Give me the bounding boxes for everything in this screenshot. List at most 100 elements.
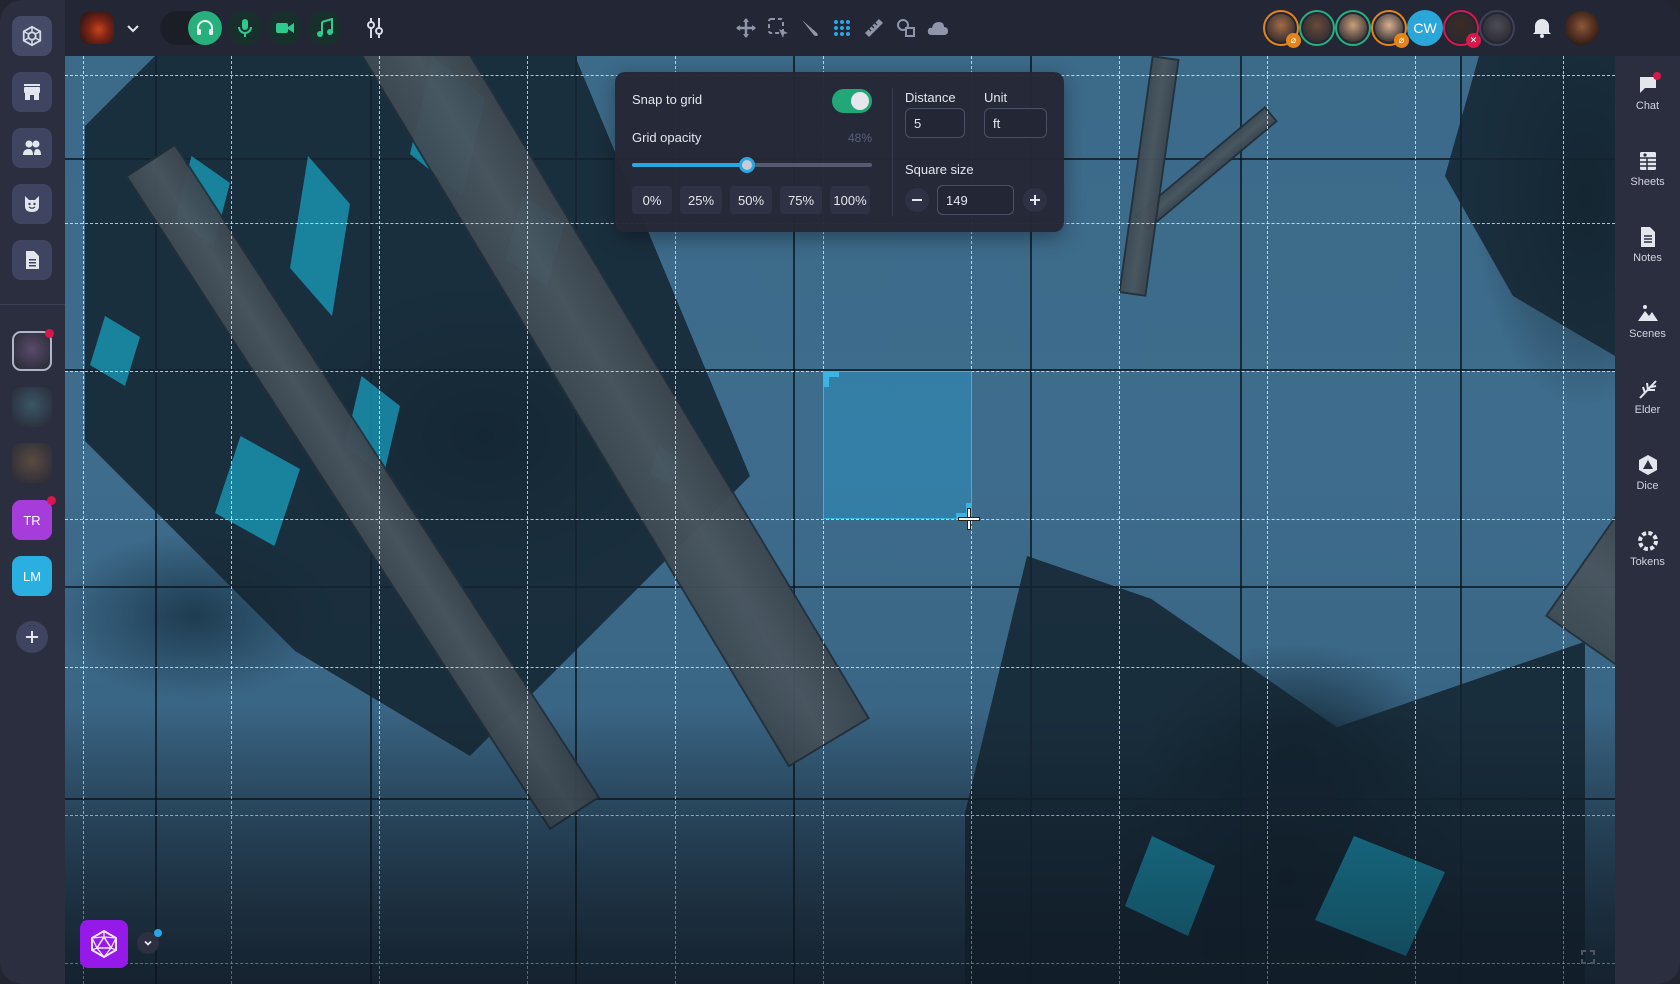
square-size-increment-button[interactable] (1023, 188, 1047, 212)
snap-to-grid-toggle[interactable] (832, 89, 872, 113)
grid-line-vertical (1563, 56, 1564, 984)
sidebar-item-scenes[interactable]: Scenes (1615, 302, 1680, 362)
crosshair-cursor (959, 509, 979, 529)
panel-divider (892, 88, 893, 216)
notifications-button[interactable] (1531, 16, 1553, 38)
opacity-preset-button[interactable]: 25% (680, 186, 722, 214)
sidebar-divider (0, 304, 65, 305)
sidebar-item-store[interactable] (12, 72, 52, 112)
tokens-icon (1637, 530, 1659, 552)
headphones-button[interactable] (188, 11, 222, 45)
slider-fill (632, 163, 748, 167)
store-icon (24, 84, 40, 100)
dice-roller-button[interactable] (80, 920, 128, 968)
game-avatar[interactable] (80, 12, 114, 44)
toggle-knob (851, 92, 869, 110)
sidebar-item-label: Elder (1634, 404, 1661, 416)
opacity-preset-button[interactable]: 100% (830, 186, 870, 214)
character-portrait[interactable] (12, 443, 52, 483)
player-photo (1303, 14, 1331, 42)
grid-opacity-slider[interactable] (632, 157, 872, 173)
map-tools (730, 12, 954, 44)
tool-grid[interactable] (826, 12, 858, 44)
player-avatar[interactable]: CW (1407, 10, 1443, 46)
opacity-preset-button[interactable]: 75% (780, 186, 822, 214)
chat-icon (1637, 72, 1661, 96)
sidebar-item-label: Chat (1635, 100, 1660, 112)
grid-line-vertical (527, 56, 528, 984)
dice-options-toggle[interactable] (137, 929, 162, 954)
game-menu-chevron[interactable] (123, 18, 143, 38)
sidebar-item-players[interactable] (12, 128, 52, 168)
player-avatar[interactable]: ⌀ (1263, 10, 1301, 48)
grid-icon (834, 20, 850, 36)
sidebar-item-elder[interactable]: Elder (1615, 378, 1680, 438)
grid-settings-panel: Snap to grid Grid opacity 48% 0% 25% 50% 75… (615, 72, 1064, 232)
sidebar-item-chat[interactable]: Chat (1615, 72, 1680, 134)
player-photo (1483, 14, 1511, 42)
distance-input[interactable]: 5 (905, 108, 965, 138)
player-avatar[interactable]: ✕ (1443, 10, 1481, 48)
plus-icon (26, 631, 38, 643)
tool-fog[interactable] (922, 12, 954, 44)
tool-draw[interactable] (794, 12, 826, 44)
music-button[interactable] (308, 11, 342, 45)
opacity-preset-button[interactable]: 50% (730, 186, 772, 214)
ruler-icon (865, 19, 883, 37)
grid-line-horizontal (65, 519, 1615, 520)
shapes-icon (897, 19, 915, 37)
sidebar-item-tokens[interactable]: Tokens (1615, 530, 1680, 590)
minus-icon (912, 199, 922, 201)
tool-shapes[interactable] (890, 12, 922, 44)
player-photo (1339, 14, 1367, 42)
sidebar-item-sheets[interactable]: Sheets (1615, 150, 1680, 210)
square-size-label: Square size (905, 162, 974, 177)
wooden-plank (1118, 56, 1180, 297)
sidebar-item-label: Sheets (1630, 176, 1665, 188)
distance-label: Distance (905, 90, 956, 105)
scenes-icon (1637, 302, 1659, 324)
sidebar-item-dice[interactable]: Dice (1615, 454, 1680, 514)
grid-line-horizontal (65, 667, 1615, 668)
app-logo-button[interactable] (12, 16, 52, 56)
speaker-muted-icon: ✕ (1466, 33, 1481, 48)
sidebar-item-monsters[interactable] (12, 184, 52, 224)
fullscreen-icon[interactable] (1581, 950, 1595, 964)
grid-line-vertical (1415, 56, 1416, 984)
chasm-area (1445, 56, 1615, 356)
cloud-icon (927, 22, 948, 35)
player-avatar[interactable] (1335, 10, 1371, 46)
player-avatar[interactable] (1479, 10, 1515, 46)
square-size-input[interactable]: 149 (937, 185, 1014, 215)
opacity-preset-button[interactable]: 0% (632, 186, 672, 214)
character-initials: LM (22, 568, 42, 584)
tool-select[interactable] (762, 12, 794, 44)
player-avatar[interactable] (1299, 10, 1335, 46)
player-avatar[interactable]: ⌀ (1371, 10, 1409, 48)
character-initials: TR (23, 512, 41, 528)
slider-thumb[interactable] (739, 157, 756, 173)
character-portrait[interactable] (12, 329, 54, 371)
resize-handle-top-left[interactable] (823, 371, 839, 387)
grid-line-horizontal (65, 815, 1615, 816)
grid-line-vertical (1119, 56, 1120, 984)
sidebar-item-notes[interactable]: Notes (1615, 226, 1680, 286)
camera-button[interactable] (268, 11, 302, 45)
dice-icon (1637, 454, 1659, 476)
update-indicator (154, 929, 162, 937)
character-initials-avatar[interactable]: LM (12, 556, 52, 596)
microphone-button[interactable] (228, 11, 262, 45)
square-size-decrement-button[interactable] (905, 188, 929, 212)
tool-measure[interactable] (858, 12, 890, 44)
sidebar-item-documents[interactable] (12, 240, 52, 280)
add-character-button[interactable] (16, 621, 48, 653)
character-initials-avatar[interactable]: TR (12, 496, 56, 540)
audio-mixer-button[interactable] (355, 8, 395, 48)
microphone-icon (238, 19, 252, 37)
unit-input[interactable]: ft (984, 108, 1047, 138)
character-portrait[interactable] (12, 387, 52, 427)
notification-dot (1652, 72, 1661, 80)
grid-cell-highlight[interactable] (823, 371, 972, 519)
current-user-avatar[interactable] (1565, 11, 1599, 45)
tool-move[interactable] (730, 12, 762, 44)
